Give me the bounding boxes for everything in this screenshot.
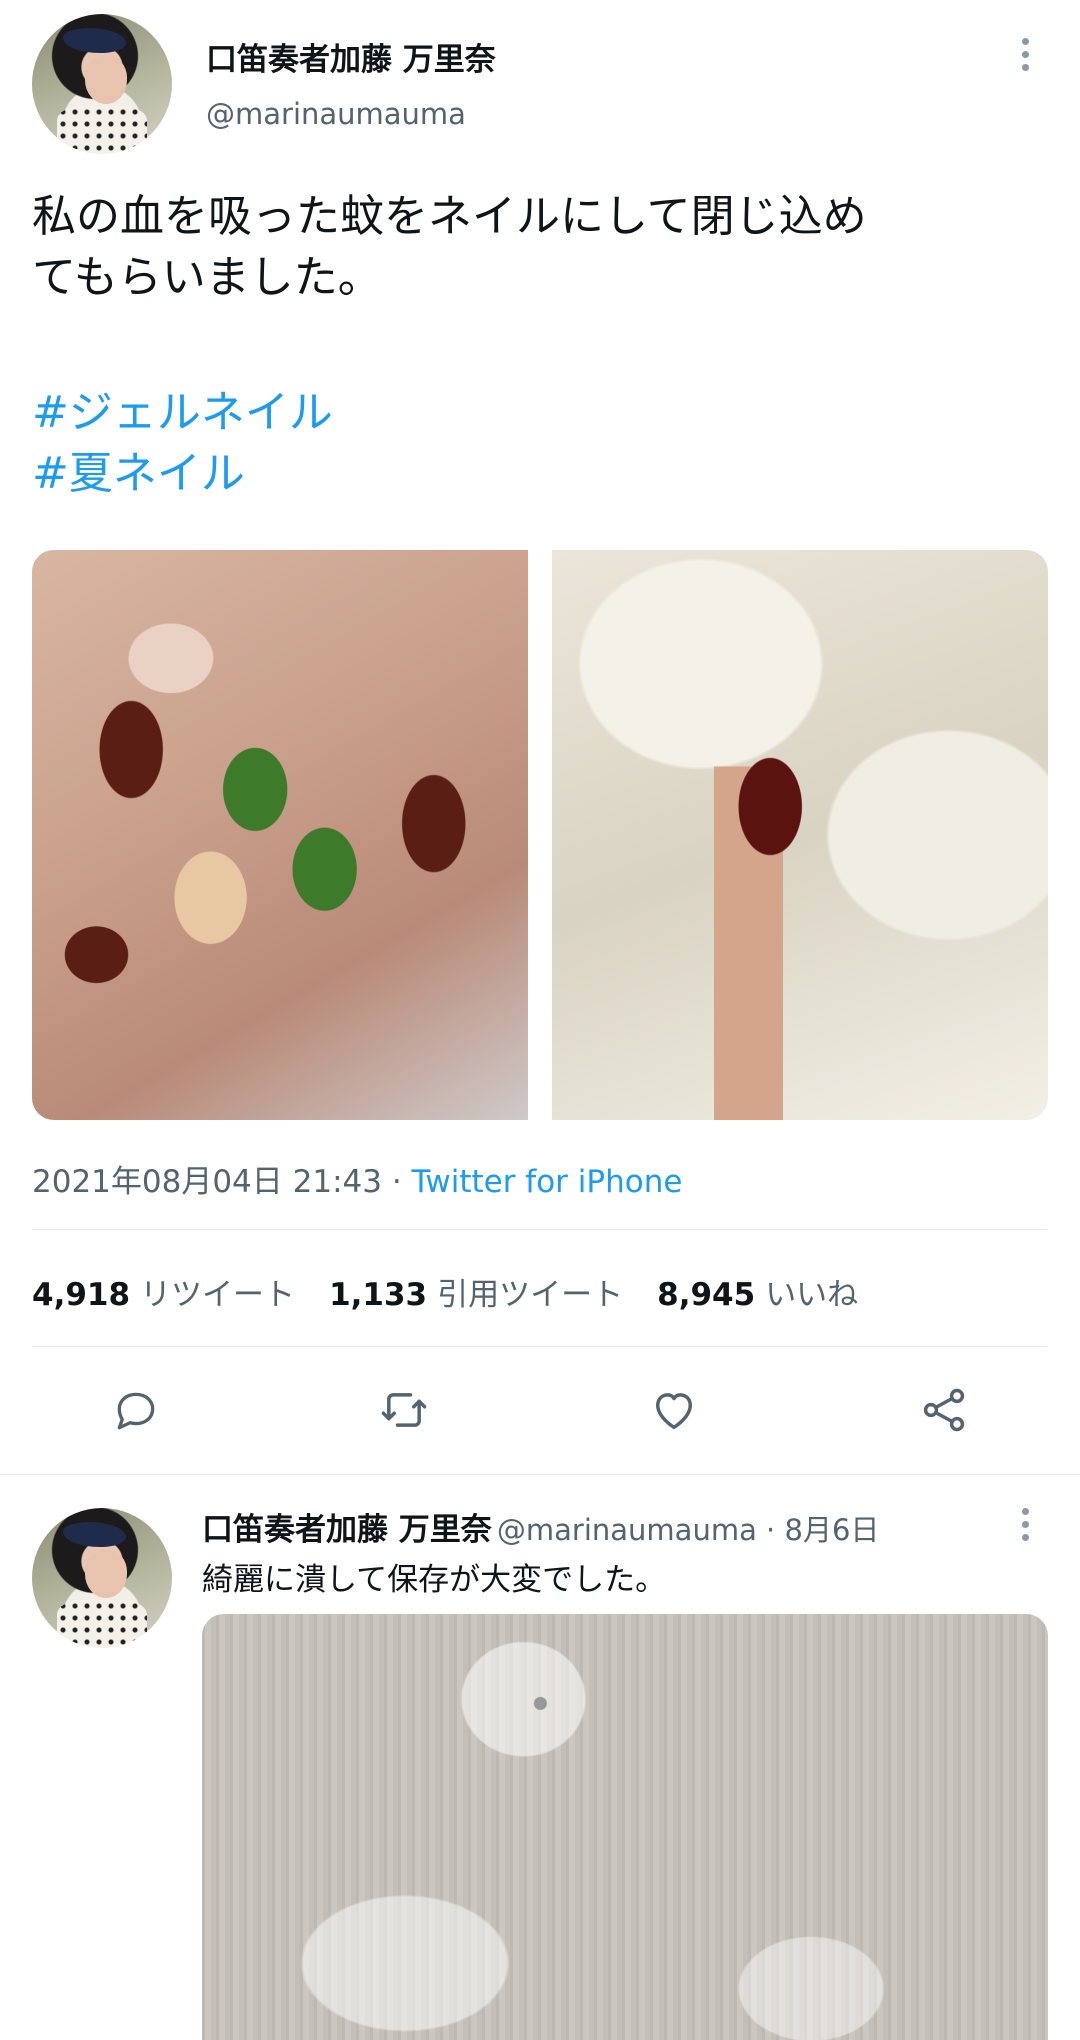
author-name[interactable]: 口笛奏者加藤 万里奈	[206, 34, 496, 79]
meta-separator: ·	[381, 1164, 412, 1200]
reply-icon	[117, 1392, 155, 1430]
quote-label[interactable]: 引用ツイート	[437, 1269, 623, 1314]
avatar-dress	[57, 106, 147, 154]
like-button[interactable]	[644, 1380, 704, 1440]
tweet-stats: 4,918 リツイート 1,133 引用ツイート 8,945 いいね	[32, 1269, 892, 1314]
divider	[32, 1229, 1048, 1230]
like-count[interactable]: 8,945	[657, 1277, 755, 1313]
reply-author-name[interactable]: 口笛奏者加藤 万里奈	[202, 1512, 492, 1548]
author-handle[interactable]: @marinaumauma	[206, 97, 466, 131]
like-label[interactable]: いいね	[765, 1269, 858, 1314]
more-options-icon[interactable]	[1022, 1508, 1030, 1541]
meta-separator: ·	[756, 1513, 785, 1547]
author-avatar[interactable]	[32, 14, 172, 154]
avatar-dress	[57, 1600, 147, 1648]
reply-author-avatar[interactable]	[32, 1508, 172, 1648]
retweet-icon	[381, 1393, 427, 1427]
like-icon	[656, 1393, 692, 1430]
tweet-timestamp[interactable]: 2021年08月04日 21:43	[32, 1164, 382, 1200]
avatar-bow	[62, 28, 126, 54]
tweet-photo[interactable]	[32, 550, 528, 1120]
hashtag-link[interactable]: #夏ネイル	[32, 443, 333, 504]
tweet-meta: 2021年08月04日 21:43 · Twitter for iPhone	[32, 1156, 682, 1201]
hashtag-link[interactable]: #ジェルネイル	[32, 382, 333, 443]
reply-text: 綺麗に潰して保存が大変でした。	[202, 1562, 667, 1598]
more-options-icon[interactable]	[1022, 38, 1030, 71]
avatar-face	[85, 56, 128, 104]
divider	[0, 1474, 1080, 1475]
reply-header: 口笛奏者加藤 万里奈 @marinaumauma · 8月6日	[202, 1504, 879, 1549]
share-button[interactable]	[914, 1380, 974, 1440]
avatar-face	[85, 1550, 128, 1598]
reply-author-handle[interactable]: @marinaumauma	[497, 1513, 757, 1547]
quote-count[interactable]: 1,133	[329, 1277, 427, 1313]
hashtag-list: #ジェルネイル #夏ネイル	[32, 382, 333, 504]
retweet-count[interactable]: 4,918	[32, 1277, 130, 1313]
retweet-label[interactable]: リツイート	[140, 1269, 295, 1314]
reply-photo[interactable]	[202, 1614, 1048, 2040]
avatar-bow	[62, 1522, 126, 1548]
retweet-button[interactable]	[374, 1380, 434, 1440]
reply-button[interactable]	[106, 1380, 166, 1440]
reply-date[interactable]: 8月6日	[785, 1513, 880, 1547]
tweet-source-link[interactable]: Twitter for iPhone	[412, 1164, 683, 1200]
divider	[32, 1346, 1048, 1347]
tweet-photo[interactable]	[552, 550, 1048, 1120]
share-icon	[923, 1388, 965, 1432]
tweet-text: 私の血を吸った蚊をネイルにして閉じ込め てもらいました。	[32, 191, 867, 303]
